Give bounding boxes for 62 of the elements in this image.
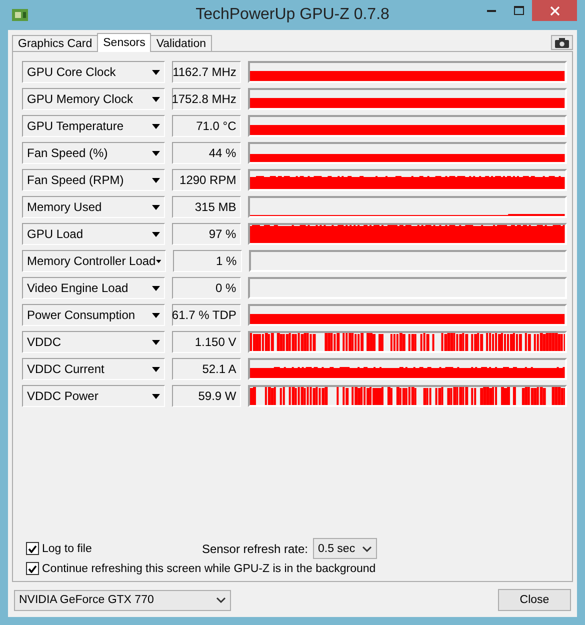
sensor-select[interactable]: VDDC xyxy=(22,331,166,353)
camera-icon xyxy=(555,38,569,48)
dropdown-caret-icon xyxy=(152,340,160,344)
dropdown-caret-icon xyxy=(152,124,160,128)
dropdown-caret-icon xyxy=(156,258,161,264)
tab[interactable]: Graphics Card xyxy=(12,35,98,52)
checkbox-label: Continue refreshing this screen while GPU-Z is in the background xyxy=(42,562,376,574)
sensor-reading: 1290 RPM xyxy=(172,169,242,191)
gpu-select[interactable]: NVIDIA GeForce GTX 770 xyxy=(14,590,231,610)
dropdown-caret-icon xyxy=(152,366,160,372)
chevron-down-icon xyxy=(362,546,372,552)
sensor-select[interactable]: Power Consumption xyxy=(22,304,166,326)
sensor-select[interactable]: Memory Used xyxy=(22,196,166,218)
close-button[interactable]: Close xyxy=(498,589,571,611)
sensor-reading: 1.150 V xyxy=(172,331,242,353)
sensor-select[interactable]: GPU Load xyxy=(22,223,166,245)
sensor-reading: 1 % xyxy=(173,250,242,272)
sensor-select[interactable]: GPU Temperature xyxy=(22,115,166,137)
dropdown-caret-icon xyxy=(152,70,160,74)
screenshot-button[interactable] xyxy=(551,35,573,50)
tab[interactable]: Sensors xyxy=(97,33,152,52)
sensor-select[interactable]: Video Engine Load xyxy=(22,277,166,299)
sensor-reading: 52.1 A xyxy=(172,358,242,380)
checkbox-label: Log to file xyxy=(42,542,92,554)
window-title: TechPowerUp GPU-Z 0.7.8 xyxy=(196,6,390,24)
sensor-reading: 59.9 W xyxy=(172,385,242,407)
sensor-reading: 0 % xyxy=(172,277,242,299)
sensor-select[interactable]: Fan Speed (RPM) xyxy=(22,169,166,191)
maximize-icon xyxy=(514,6,524,15)
sensor-reading: 97 % xyxy=(172,223,242,245)
dropdown-caret-icon xyxy=(152,394,160,398)
dropdown-caret-icon xyxy=(152,312,160,318)
sensor-reading: 44 % xyxy=(172,142,242,164)
sensor-select[interactable]: VDDC Power xyxy=(22,385,166,407)
chevron-down-icon xyxy=(216,597,226,603)
dropdown-caret-icon xyxy=(152,150,160,156)
sensor-select[interactable]: VDDC Current xyxy=(22,358,166,380)
dropdown-caret-icon xyxy=(152,96,160,102)
tab[interactable]: Validation xyxy=(150,35,212,52)
sensor-select[interactable]: Fan Speed (%) xyxy=(22,142,166,164)
dropdown-caret-icon xyxy=(152,232,160,236)
refresh-rate-label: Sensor refresh rate: xyxy=(202,542,308,556)
checkmark-icon xyxy=(28,544,37,552)
sensor-reading: 71.0 °C xyxy=(172,115,242,137)
dropdown-caret-icon xyxy=(152,178,160,182)
checkmark-icon xyxy=(28,564,37,572)
close-icon xyxy=(550,6,560,16)
refresh-rate-select[interactable]: 0.5 sec xyxy=(313,538,377,559)
dropdown-caret-icon xyxy=(152,286,160,290)
app-icon xyxy=(12,8,28,22)
minimize-icon xyxy=(487,10,496,12)
checkbox[interactable] xyxy=(26,542,39,555)
dropdown-caret-icon xyxy=(152,204,160,210)
sensor-reading: 61.7 % TDP xyxy=(172,304,242,326)
close-window-button[interactable] xyxy=(532,0,577,21)
sensor-select[interactable]: GPU Core Clock xyxy=(22,61,166,83)
sensor-reading: 315 MB xyxy=(172,196,242,218)
sensor-reading: 1162.7 MHz xyxy=(172,61,242,83)
sensor-select[interactable]: GPU Memory Clock xyxy=(22,88,166,110)
checkbox[interactable] xyxy=(26,562,39,575)
sensor-reading: 1752.8 MHz xyxy=(172,88,242,110)
sensor-select[interactable]: Memory Controller Load xyxy=(22,250,166,272)
